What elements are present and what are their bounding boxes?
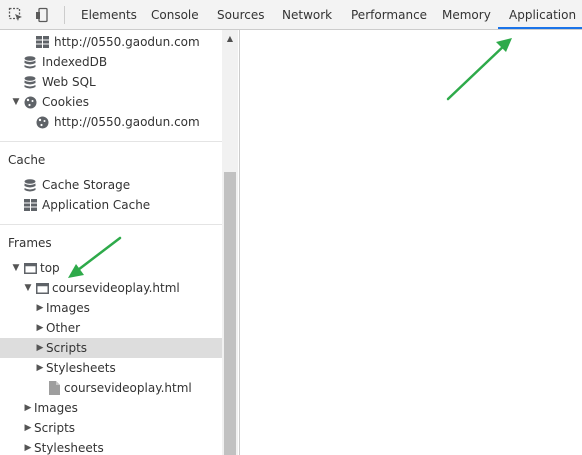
cache-storage-item[interactable]: Cache Storage: [0, 175, 222, 195]
websql-item[interactable]: Web SQL: [0, 72, 222, 92]
child-other-label: Other: [46, 321, 81, 335]
collapsed-triangle-icon[interactable]: ▶: [23, 398, 33, 418]
frame-top-label: top: [40, 261, 60, 275]
tab-sources[interactable]: Sources: [209, 0, 272, 30]
main-content-panel: [241, 30, 582, 455]
table-icon: [35, 35, 49, 49]
database-icon: [23, 75, 37, 89]
file-icon: [47, 381, 61, 395]
expanded-triangle-icon[interactable]: ▼: [11, 92, 21, 112]
top-stylesheets-item[interactable]: ▶ Stylesheets: [0, 438, 222, 455]
cache-section-title: Cache: [8, 153, 46, 167]
active-tab-indicator: [498, 27, 582, 29]
table-icon: [23, 198, 37, 212]
database-icon: [23, 178, 37, 192]
section-divider: [0, 224, 222, 225]
inspect-element-icon[interactable]: [6, 5, 26, 25]
section-divider: [0, 141, 222, 142]
top-scripts-label: Scripts: [34, 421, 76, 435]
tab-elements[interactable]: Elements: [73, 0, 145, 30]
scrollbar-thumb[interactable]: [224, 172, 236, 455]
top-images-label: Images: [34, 401, 78, 415]
cookie-origin-item[interactable]: http://0550.gaodun.com: [0, 112, 222, 132]
cache-storage-label: Cache Storage: [42, 178, 131, 192]
tab-application[interactable]: Application: [501, 0, 582, 30]
cookies-label: Cookies: [42, 95, 89, 109]
collapsed-triangle-icon[interactable]: ▶: [23, 438, 33, 455]
tab-memory[interactable]: Memory: [434, 0, 499, 30]
expanded-triangle-icon[interactable]: ▶: [35, 358, 45, 378]
websql-label: Web SQL: [42, 75, 96, 89]
child-stylesheets-label: Stylesheets: [46, 361, 116, 375]
child-scripts-label: Scripts: [46, 341, 88, 355]
collapsed-triangle-icon[interactable]: ▶: [35, 298, 45, 318]
child-stylesheets-item[interactable]: ▶ Stylesheets: [0, 358, 222, 378]
frame-child-label: coursevideoplay.html: [52, 281, 180, 295]
frames-section-title: Frames: [8, 236, 52, 250]
cookies-item[interactable]: ▼ Cookies: [0, 92, 222, 112]
device-toolbar-icon[interactable]: [32, 5, 52, 25]
stylesheet-file-item[interactable]: coursevideoplay.html: [0, 378, 222, 398]
top-stylesheets-label: Stylesheets: [34, 441, 104, 455]
top-images-item[interactable]: ▶ Images: [0, 398, 222, 418]
sidebar-scrollbar[interactable]: ▲: [222, 30, 238, 455]
collapsed-triangle-icon[interactable]: ▶: [23, 418, 33, 438]
top-scripts-item[interactable]: ▶ Scripts: [0, 418, 222, 438]
expanded-triangle-icon[interactable]: ▼: [11, 258, 21, 278]
collapsed-triangle-icon[interactable]: ▶: [35, 338, 45, 358]
frame-icon: [23, 261, 37, 275]
indexeddb-item[interactable]: IndexedDB: [0, 52, 222, 72]
indexeddb-label: IndexedDB: [42, 55, 108, 69]
application-sidebar: http://0550.gaodun.com IndexedDB Web SQL…: [0, 30, 240, 455]
tab-console[interactable]: Console: [143, 0, 207, 30]
local-storage-origin-item[interactable]: http://0550.gaodun.com: [0, 32, 222, 52]
scroll-up-arrow-icon[interactable]: ▲: [222, 32, 238, 44]
application-cache-item[interactable]: Application Cache: [0, 195, 222, 215]
tab-performance[interactable]: Performance: [343, 0, 435, 30]
child-other-item[interactable]: ▶ Other: [0, 318, 222, 338]
expanded-triangle-icon[interactable]: ▼: [23, 278, 33, 298]
application-cache-label: Application Cache: [42, 198, 151, 212]
stylesheet-file-label: coursevideoplay.html: [64, 381, 192, 395]
frame-icon: [35, 281, 49, 295]
devtools-toolbar: Elements Console Sources Network Perform…: [0, 0, 582, 30]
local-storage-origin-label: http://0550.gaodun.com: [54, 35, 200, 49]
frame-top-item[interactable]: ▼ top: [0, 258, 222, 278]
cookie-icon: [23, 95, 37, 109]
cookie-origin-label: http://0550.gaodun.com: [54, 115, 200, 129]
cookie-icon: [35, 115, 49, 129]
frame-child-item[interactable]: ▼ coursevideoplay.html: [0, 278, 222, 298]
child-images-item[interactable]: ▶ Images: [0, 298, 222, 318]
collapsed-triangle-icon[interactable]: ▶: [35, 318, 45, 338]
child-images-label: Images: [46, 301, 90, 315]
tab-network[interactable]: Network: [274, 0, 340, 30]
database-icon: [23, 55, 37, 69]
child-scripts-item[interactable]: ▶ Scripts: [0, 338, 222, 358]
toolbar-separator: [64, 6, 65, 24]
